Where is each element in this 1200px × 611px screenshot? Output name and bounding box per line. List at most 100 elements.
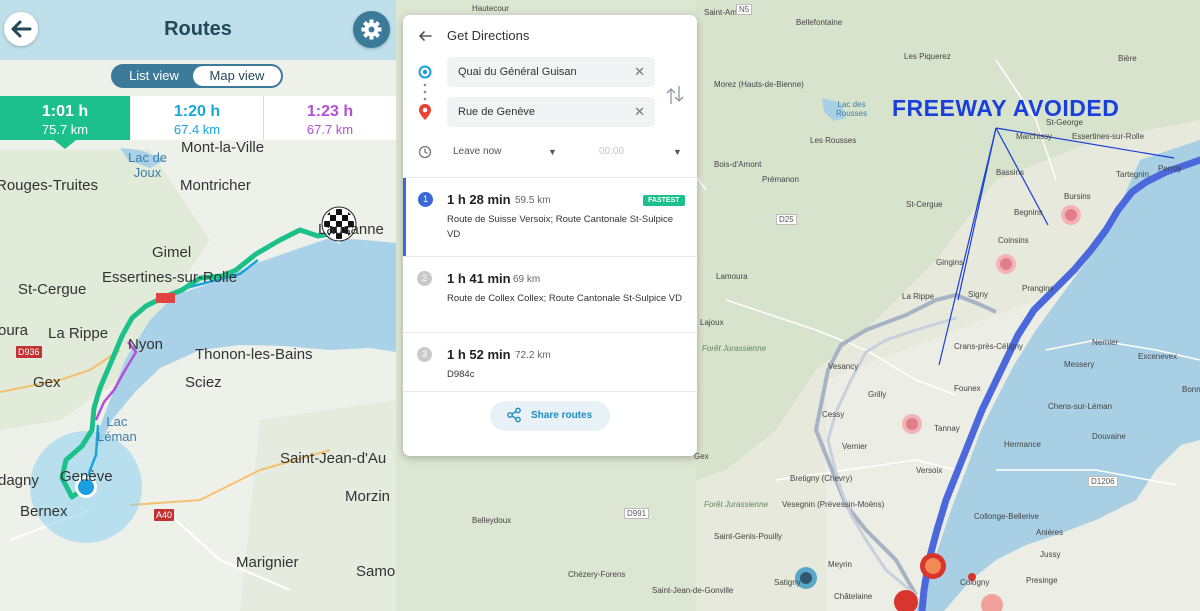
map-label: Belleydoux: [472, 516, 512, 525]
map-label: Gimel: [152, 244, 192, 261]
map-label: Signy: [968, 290, 989, 299]
map-label: Marchissy: [1016, 132, 1053, 141]
road-tag: N5: [736, 4, 753, 15]
route-index: 3: [417, 347, 432, 362]
share-routes-button[interactable]: Share routes: [490, 401, 610, 431]
route-distance: 75.7 km: [41, 122, 89, 137]
map-label: Hermance: [1004, 440, 1041, 449]
route-option-3[interactable]: 3 1 h 52 min 72.2 km D984c: [403, 333, 697, 391]
traffic-alert-icon: [1061, 205, 1081, 225]
map-label: Vesancy: [828, 362, 859, 371]
map-label: Chézery-Forens: [568, 570, 626, 579]
map-label: Excenevex: [1138, 352, 1178, 361]
time-input[interactable]: 00:00: [599, 146, 624, 157]
back-arrow-icon[interactable]: [417, 28, 433, 44]
map-label: Versoix: [916, 466, 943, 475]
route-duration: 1 h 28 min: [447, 192, 511, 207]
separator: [403, 391, 697, 392]
map-label: Crans-près-Céligny: [954, 342, 1023, 351]
route-dots: [423, 83, 427, 101]
map-label: Lausanne: [318, 221, 384, 238]
map-label: Samo: [356, 563, 396, 580]
map-label: Lac des Rousses: [836, 100, 868, 118]
route-tab-1[interactable]: 1:01 h 75.7 km: [0, 96, 130, 140]
route-time: 1:01 h: [41, 103, 89, 120]
map-label: Begnins: [1014, 208, 1043, 217]
map-label: Perroy: [1158, 164, 1182, 173]
origin-value: Quai du Général Guisan: [458, 66, 577, 78]
road-tag: D991: [624, 508, 650, 519]
map-label: Hautecour: [472, 4, 509, 13]
road-tag-d936: D936: [16, 346, 42, 358]
destination-value: Rue de Genève: [458, 106, 536, 118]
dropdown-caret-icon[interactable]: ▼: [548, 147, 557, 157]
route-option-1[interactable]: 1 1 h 28 min 59.5 km Route de Suisse Ver…: [403, 178, 697, 256]
clear-icon[interactable]: ✕: [634, 104, 645, 120]
map-label: Châtelaine: [834, 592, 873, 601]
freeway-avoided-annotation: FREEWAY AVOIDED: [892, 95, 1120, 121]
map-label: Essertines-sur-Rolle: [102, 269, 238, 286]
map-label: Cologny: [960, 578, 990, 587]
map-label: St-Cergue: [906, 200, 943, 209]
phone-header: Routes: [0, 0, 396, 60]
route-via: D984c: [447, 369, 475, 380]
origin-input[interactable]: Quai du Général Guisan ✕: [447, 57, 655, 87]
map-label: Collonge-Bellerive: [974, 512, 1039, 521]
map-view-tab[interactable]: Map view: [193, 66, 281, 86]
map-label: Mont-la-Ville: [181, 139, 265, 156]
destination-input[interactable]: Rue de Genève ✕: [447, 97, 655, 127]
leave-time-select[interactable]: Leave now: [453, 146, 501, 157]
hazard-icon: [920, 553, 946, 579]
map-label: Founex: [954, 384, 981, 393]
map-label: Genève: [60, 468, 113, 485]
map-label: Gex: [33, 374, 61, 391]
map-label: Lajoux: [700, 318, 724, 327]
view-toggle: List view Map view: [111, 64, 283, 88]
map-label: Jussy: [1040, 550, 1061, 559]
road-tag: D25: [776, 214, 797, 225]
map-label: Vernier: [842, 442, 868, 451]
route-distance: 69 km: [513, 274, 541, 285]
map-label: Les Piquerez: [904, 52, 951, 61]
dropdown-caret-icon[interactable]: ▼: [673, 147, 682, 157]
map-label: Bursins: [1064, 192, 1091, 201]
route-duration: 1 h 52 min: [447, 347, 511, 362]
route-duration: 1 h 41 min: [447, 271, 511, 286]
map-label: Satigny: [774, 578, 801, 587]
route-option-2[interactable]: 2 1 h 41 min 69 km Route de Collex Colle…: [403, 257, 697, 332]
swap-icon[interactable]: [665, 84, 685, 106]
settings-button[interactable]: [353, 11, 390, 48]
road-tag-a40: A40: [154, 509, 175, 521]
route-distance: 67.7 km: [306, 122, 354, 137]
map-label: Bonnatrait: [1182, 385, 1200, 394]
traffic-alert-icon: [902, 414, 922, 434]
map-label: Bois-d'Amont: [714, 160, 762, 169]
map-label: Bellefontaine: [796, 18, 843, 27]
map-label: Cessy: [822, 410, 845, 419]
map-label: Prangins: [1022, 284, 1054, 293]
route-distance: 59.5 km: [515, 195, 551, 206]
map-label: Marignier: [236, 554, 299, 571]
route-tab-2[interactable]: 1:20 h 67.4 km: [131, 96, 263, 140]
directions-title: Get Directions: [447, 28, 530, 43]
map-label: Tartegnin: [1116, 170, 1149, 179]
map-label: Chens-sur-Léman: [1048, 402, 1113, 411]
route-time: 1:20 h: [173, 103, 221, 120]
map-label: Bassins: [996, 168, 1025, 177]
route-tab-3[interactable]: 1:23 h 67.7 km: [264, 96, 396, 140]
map-label: Messery: [1064, 360, 1095, 369]
clear-icon[interactable]: ✕: [634, 64, 645, 80]
list-view-tab[interactable]: List view: [113, 66, 195, 86]
traffic-alert-icon: [996, 254, 1016, 274]
map-label: Saint-Genis-Pouilly: [714, 532, 783, 541]
route-index: 1: [418, 192, 433, 207]
map-label: Bretigny (Chevry): [790, 474, 853, 483]
map-label: Morzin: [345, 488, 391, 505]
map-label: Forêt Jurassienne: [704, 500, 769, 509]
map-label: Saint-Jean-de-Gonville: [652, 586, 734, 595]
map-label: Nyon: [128, 336, 164, 353]
route-time: 1:23 h: [306, 103, 354, 120]
map-label: Gex: [694, 452, 709, 461]
share-routes-label: Share routes: [531, 410, 593, 421]
map-label: Lac Léman: [97, 414, 137, 444]
